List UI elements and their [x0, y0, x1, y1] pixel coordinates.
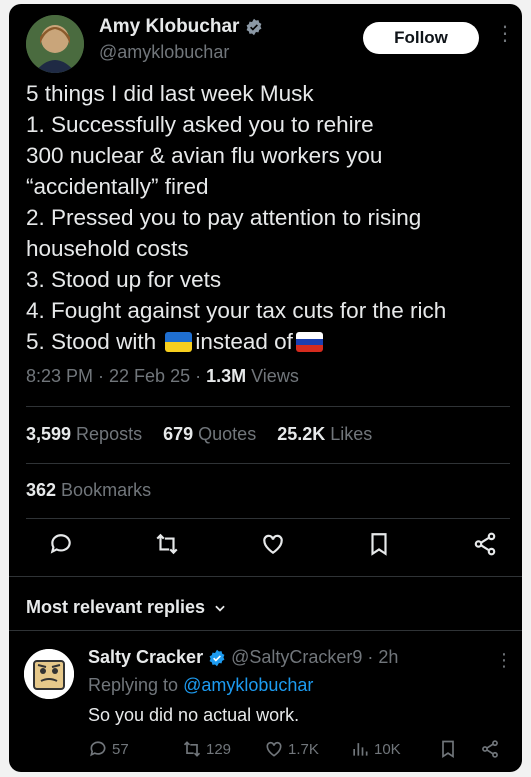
- share-icon: [482, 740, 498, 758]
- divider: [26, 518, 510, 519]
- ukraine-flag-icon: [165, 332, 193, 352]
- share-icon[interactable]: [472, 531, 498, 557]
- tweet-line: 2. Pressed you to pay attention to risin…: [26, 205, 422, 230]
- verified-badge-icon: [209, 649, 225, 666]
- like-icon[interactable]: [260, 531, 286, 557]
- more-options-icon[interactable]: ⋮: [495, 24, 515, 44]
- reply-icon[interactable]: [48, 531, 74, 557]
- reply-avatar[interactable]: [24, 649, 74, 699]
- divider: [26, 463, 510, 464]
- divider: [26, 406, 510, 407]
- verified-badge-icon: [246, 18, 262, 36]
- tweet-card: Amy Klobuchar @amyklobuchar Follow ⋮ 5 t…: [9, 4, 522, 772]
- quotes-stat[interactable]: 679 Quotes: [163, 424, 256, 444]
- bookmark-icon[interactable]: [366, 531, 392, 557]
- reply-handle[interactable]: @SaltyCracker9 · 2h: [231, 647, 398, 668]
- tweet-line: 1. Successfully asked you to rehire: [26, 112, 374, 137]
- reply-text: So you did no actual work.: [88, 705, 300, 725]
- engagement-stats: 3,599 Reposts 679 Quotes 25.2K Likes: [26, 424, 388, 445]
- russia-flag-icon: [295, 332, 323, 352]
- avatar[interactable]: [26, 15, 84, 73]
- tweet-line: “accidentally” fired: [26, 174, 209, 199]
- reply-bookmark-button[interactable]: [438, 739, 458, 759]
- repost-icon: [183, 741, 201, 757]
- views-label: Views: [246, 366, 299, 386]
- tweet-line: 3. Stood up for vets: [26, 267, 222, 292]
- tweet-line: 4. Fought against your tax cuts for the …: [26, 298, 447, 323]
- likes-stat[interactable]: 25.2K Likes: [277, 424, 372, 444]
- tweet-line: 5 things I did last week Musk: [26, 81, 314, 106]
- repost-icon[interactable]: [154, 531, 180, 557]
- reply-reply-button[interactable]: 57: [88, 739, 129, 759]
- follow-button[interactable]: Follow: [363, 22, 479, 54]
- views-icon: [353, 743, 368, 756]
- bookmarks-stat[interactable]: 362 Bookmarks: [26, 480, 151, 501]
- reply-share-button[interactable]: [480, 739, 500, 759]
- reply-views-button[interactable]: 10K: [350, 739, 401, 759]
- tweet-line: household costs: [26, 236, 189, 261]
- tweet-line: 5. Stood with instead of: [26, 326, 511, 357]
- reply-more-icon[interactable]: ⋮: [495, 650, 513, 671]
- chevron-down-icon: [215, 605, 225, 612]
- section-divider: [9, 576, 522, 577]
- views-count: 1.3M: [206, 366, 247, 386]
- timestamp[interactable]: 8:23 PM · 22 Feb 25 ·: [26, 366, 206, 386]
- replying-to: Replying to @amyklobuchar: [88, 675, 314, 695]
- reply-author[interactable]: Salty Cracker @SaltyCracker9 · 2h: [88, 647, 398, 668]
- mention-link[interactable]: @amyklobuchar: [183, 675, 313, 695]
- author-name[interactable]: Amy Klobuchar: [99, 16, 263, 38]
- tweet-text: 5 things I did last week Musk 1. Success…: [26, 78, 511, 357]
- reposts-stat[interactable]: 3,599 Reposts: [26, 424, 142, 444]
- section-divider: [9, 630, 522, 631]
- bookmark-icon: [442, 740, 454, 759]
- action-bar: [26, 531, 510, 561]
- reply-like-button[interactable]: 1.7K: [264, 739, 319, 759]
- author-handle[interactable]: @amyklobuchar: [99, 42, 229, 63]
- replies-sort-dropdown[interactable]: Most relevant replies: [26, 597, 227, 618]
- like-icon: [266, 741, 282, 757]
- tweet-line: 300 nuclear & avian flu workers you: [26, 143, 383, 168]
- reply-icon: [90, 741, 106, 757]
- tweet-meta: 8:23 PM · 22 Feb 25 · 1.3M Views: [26, 366, 299, 387]
- reply-action-bar: 57 129 1.7K 10K: [88, 739, 508, 763]
- reply-repost-button[interactable]: 129: [182, 739, 231, 759]
